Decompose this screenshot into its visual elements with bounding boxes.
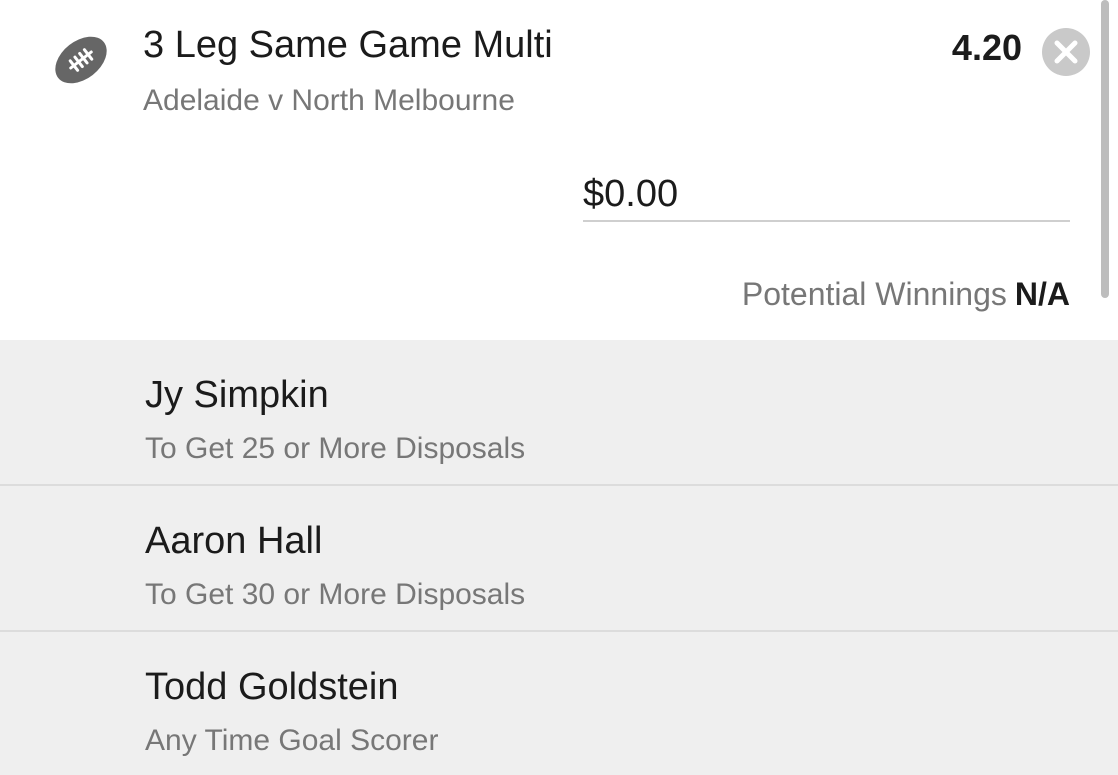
bet-legs-list: Jy Simpkin To Get 25 or More Disposals A… [0,340,1118,775]
match-name: Adelaide v North Melbourne [143,84,515,117]
leg-market: Any Time Goal Scorer [145,724,439,757]
potential-winnings-value: N/A [1014,276,1070,312]
bet-odds: 4.20 [951,27,1022,68]
bet-slip-screen: 3 Leg Same Game Multi Adelaide v North M… [0,0,1118,775]
leg-player-name: Todd Goldstein [145,666,399,708]
list-item: Aaron Hall To Get 30 or More Disposals [0,486,1118,632]
list-item: Todd Goldstein Any Time Goal Scorer [0,632,1118,775]
potential-winnings: Potential Winnings N/A [742,276,1070,313]
bet-title: 3 Leg Same Game Multi [143,24,553,66]
bet-slip-header: 3 Leg Same Game Multi Adelaide v North M… [0,0,1118,340]
list-item: Jy Simpkin To Get 25 or More Disposals [0,340,1118,486]
leg-market: To Get 30 or More Disposals [145,578,526,611]
remove-bet-button[interactable] [1042,28,1090,76]
leg-market: To Get 25 or More Disposals [145,432,526,465]
close-icon [1054,40,1078,64]
football-icon [50,30,112,90]
stake-input[interactable] [583,168,1070,222]
potential-winnings-label: Potential Winnings [741,276,1007,312]
leg-player-name: Jy Simpkin [145,374,329,416]
scrollbar[interactable] [1101,0,1109,298]
leg-player-name: Aaron Hall [145,520,323,562]
